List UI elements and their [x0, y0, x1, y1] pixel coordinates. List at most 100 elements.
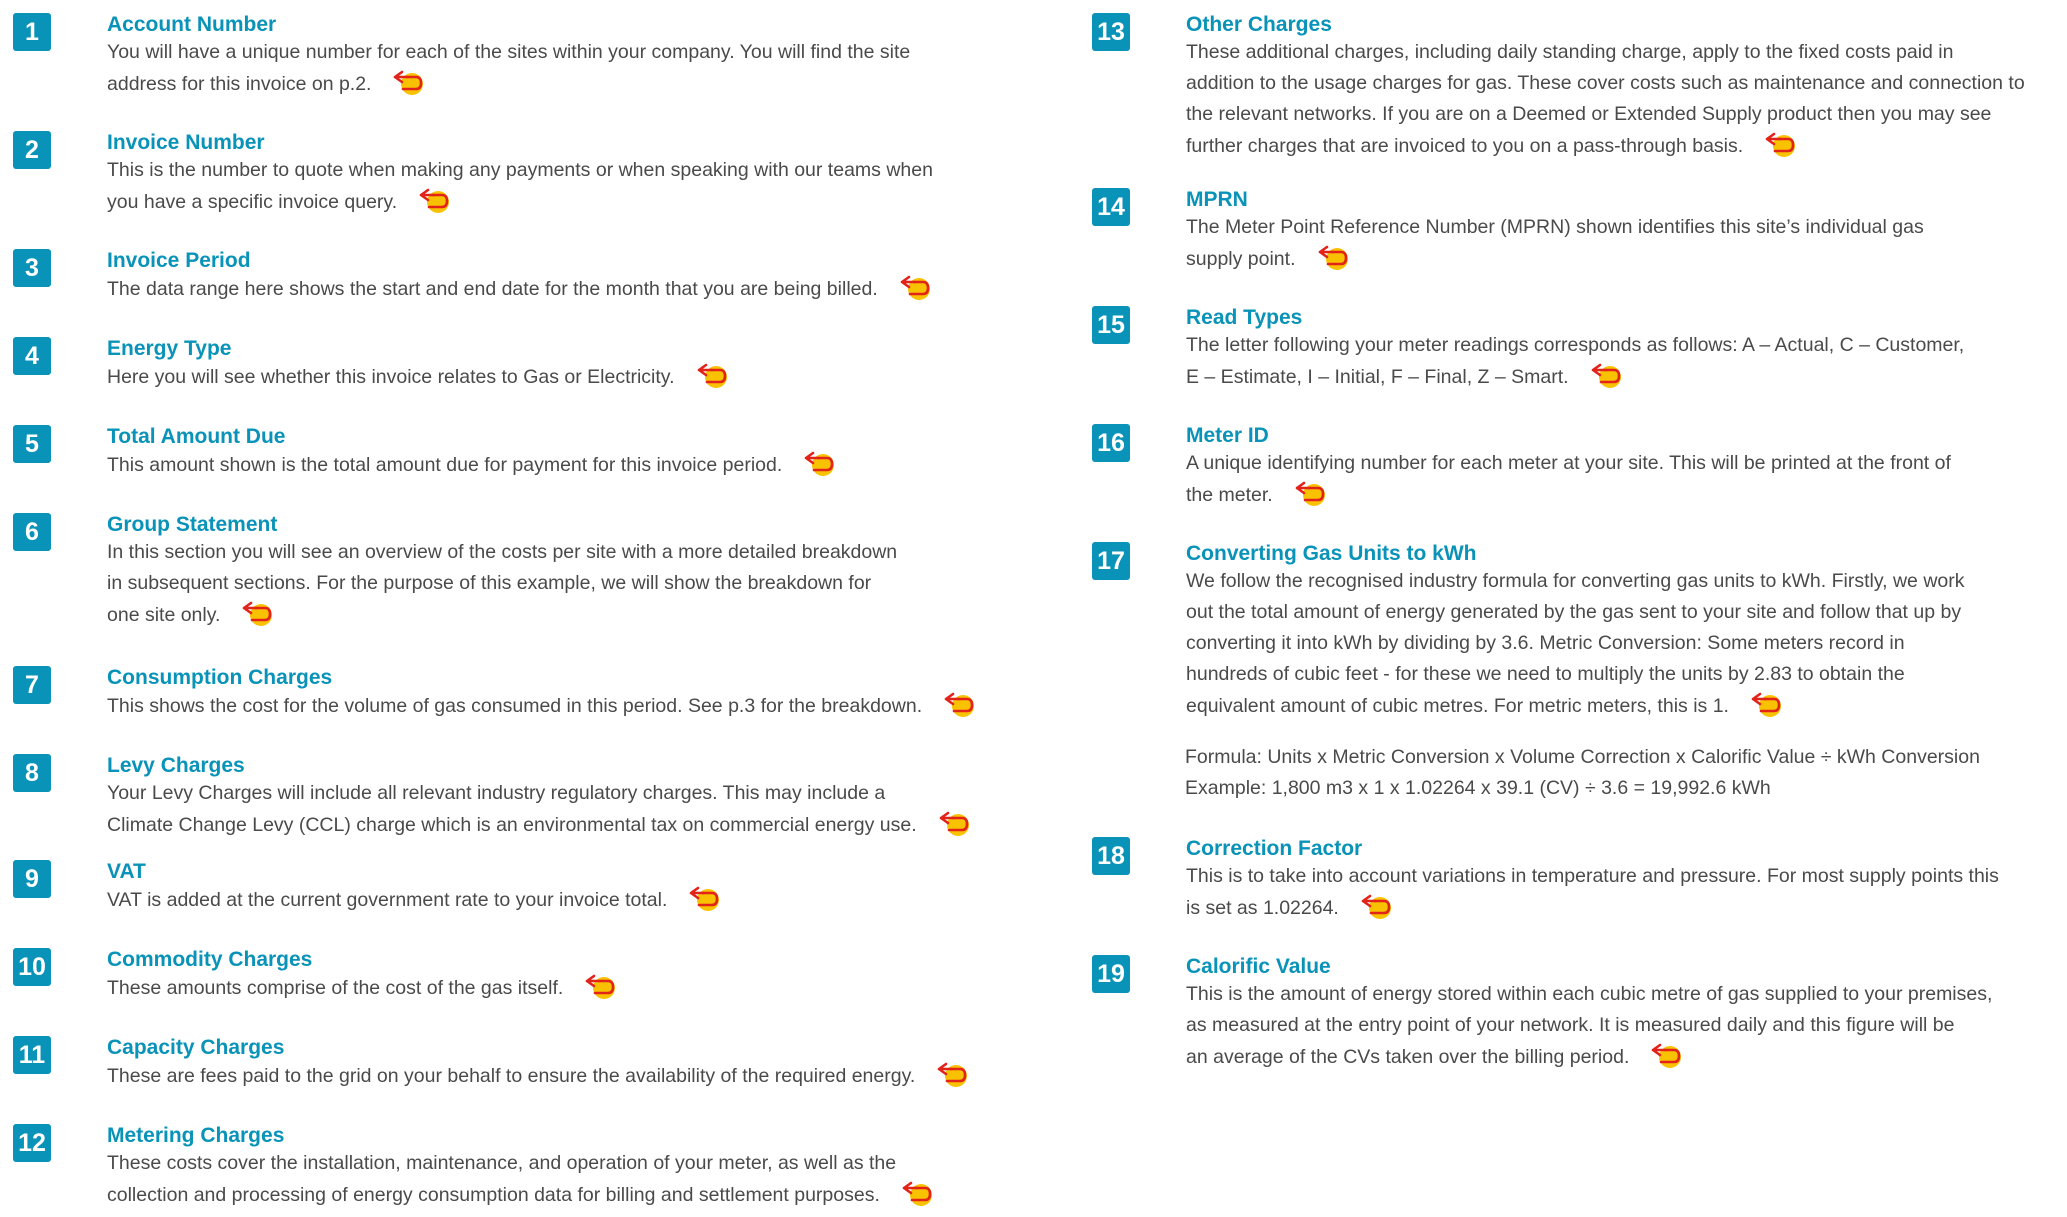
- description-line: Climate Change Levy (CCL) charge which i…: [107, 809, 973, 847]
- back-arrow-icon[interactable]: [234, 599, 276, 637]
- description-line: These are fees paid to the grid on your …: [107, 1060, 971, 1098]
- item-title: VAT: [107, 860, 146, 883]
- item-content: Capacity Charges These are fees paid to t…: [107, 1036, 971, 1098]
- item-content: Consumption Charges This shows the cost f…: [107, 666, 978, 728]
- item-title: Correction Factor: [1186, 837, 1363, 860]
- description-text: in subsequent sections. For the purpose …: [107, 572, 872, 594]
- description-line: one site only.: [107, 599, 897, 637]
- description-text: These additional charges, including dail…: [1186, 41, 1954, 63]
- back-arrow-icon[interactable]: [931, 809, 973, 847]
- number-badge: 18: [1092, 837, 1130, 875]
- description-line: E – Estimate, I – Initial, F – Final, Z …: [1186, 361, 1964, 399]
- description-text: These costs cover the installation, main…: [107, 1152, 897, 1174]
- description-line: VAT is added at the current government r…: [107, 884, 723, 922]
- back-arrow-icon[interactable]: [892, 273, 934, 311]
- back-arrow-icon[interactable]: [1743, 690, 1785, 728]
- description-line: an average of the CVs taken over the bil…: [1186, 1041, 1992, 1079]
- back-arrow-icon[interactable]: [689, 361, 731, 399]
- item-description: These additional charges, including dail…: [1186, 37, 2025, 168]
- description-text: You will have a unique number for each o…: [107, 41, 911, 63]
- back-arrow-icon[interactable]: [1353, 892, 1395, 930]
- description-text: This is to take into account variations …: [1186, 865, 1999, 887]
- item-title: Group Statement: [107, 513, 278, 536]
- item-content: Meter ID A unique identifying number for …: [1186, 424, 1951, 517]
- description-line: in subsequent sections. For the purpose …: [107, 568, 897, 599]
- formula-block: Formula: Units x Metric Conversion x Vol…: [1185, 742, 1980, 804]
- number-badge: 3: [13, 249, 51, 287]
- description-text: as measured at the entry point of your n…: [1186, 1014, 1955, 1036]
- back-arrow-icon[interactable]: [796, 449, 838, 487]
- item-content: Total Amount Due This amount shown is the…: [107, 425, 838, 487]
- number-badge: 1: [13, 13, 51, 51]
- description-line: supply point.: [1186, 243, 1924, 281]
- description-line: equivalent amount of cubic metres. For m…: [1186, 690, 1965, 728]
- item-content: Group Statement In this section you will …: [107, 513, 897, 637]
- item-title: Commodity Charges: [107, 948, 313, 971]
- item-title: Invoice Period: [107, 249, 251, 272]
- item-description: This amount shown is the total amount du…: [107, 449, 838, 487]
- number-badge: 8: [13, 754, 51, 792]
- description-text: equivalent amount of cubic metres. For m…: [1186, 695, 1729, 717]
- description-line: These amounts comprise of the cost of th…: [107, 972, 619, 1010]
- item-title: Consumption Charges: [107, 666, 333, 689]
- number-badge: 4: [13, 337, 51, 375]
- description-text: The Meter Point Reference Number (MPRN) …: [1186, 216, 1924, 238]
- item-description: The letter following your meter readings…: [1186, 330, 1964, 399]
- item-title: MPRN: [1186, 188, 1248, 211]
- number-badge: 17: [1092, 542, 1130, 580]
- item-title: Invoice Number: [107, 131, 265, 154]
- item-content: Other Charges These additional charges, i…: [1186, 13, 2025, 168]
- item-content: Read Types The letter following your mete…: [1186, 306, 1964, 399]
- back-arrow-icon[interactable]: [1287, 479, 1329, 517]
- number-badge: 19: [1092, 955, 1130, 993]
- description-line: is set as 1.02264.: [1186, 892, 1999, 930]
- item-description: This is to take into account variations …: [1186, 861, 1999, 930]
- description-text: These amounts comprise of the cost of th…: [107, 977, 564, 999]
- back-arrow-icon[interactable]: [929, 1060, 971, 1098]
- back-arrow-icon[interactable]: [1310, 243, 1352, 281]
- back-arrow-icon[interactable]: [894, 1179, 936, 1217]
- item-title: Read Types: [1186, 306, 1303, 329]
- back-arrow-icon[interactable]: [577, 972, 619, 1010]
- description-line: further charges that are invoiced to you…: [1186, 130, 2025, 168]
- back-arrow-icon[interactable]: [411, 186, 453, 224]
- item-description: Here you will see whether this invoice r…: [107, 361, 731, 399]
- item-title: Calorific Value: [1186, 955, 1331, 978]
- item-title: Converting Gas Units to kWh: [1186, 542, 1477, 565]
- item-description: We follow the recognised industry formul…: [1186, 566, 1965, 728]
- item-title: Levy Charges: [107, 754, 245, 777]
- description-line: converting it into kWh by dividing by 3.…: [1186, 628, 1965, 659]
- description-text: Your Levy Charges will include all relev…: [107, 782, 886, 804]
- description-text: This shows the cost for the volume of ga…: [107, 695, 923, 717]
- number-badge: 15: [1092, 306, 1130, 344]
- description-line: Your Levy Charges will include all relev…: [107, 778, 973, 809]
- item-title: Meter ID: [1186, 424, 1269, 447]
- description-text: In this section you will see an overview…: [107, 541, 898, 563]
- back-arrow-icon[interactable]: [385, 68, 427, 106]
- number-badge: 13: [1092, 13, 1130, 51]
- item-content: Correction Factor This is to take into ac…: [1186, 837, 1999, 930]
- item-description: These amounts comprise of the cost of th…: [107, 972, 619, 1010]
- description-text: an average of the CVs taken over the bil…: [1186, 1046, 1630, 1068]
- back-arrow-icon[interactable]: [681, 884, 723, 922]
- description-text: converting it into kWh by dividing by 3.…: [1186, 632, 1905, 654]
- number-badge: 14: [1092, 188, 1130, 226]
- item-content: Converting Gas Units to kWh We follow the…: [1186, 542, 1965, 728]
- back-arrow-icon[interactable]: [936, 690, 978, 728]
- description-line: This is the amount of energy stored with…: [1186, 979, 1992, 1010]
- back-arrow-icon[interactable]: [1643, 1041, 1685, 1079]
- item-content: Calorific Value This is the amount of ene…: [1186, 955, 1992, 1079]
- description-text: This is the amount of energy stored with…: [1186, 983, 1993, 1005]
- description-line: The data range here shows the start and …: [107, 273, 934, 311]
- description-text: This is the number to quote when making …: [107, 159, 933, 181]
- item-title: Metering Charges: [107, 1124, 285, 1147]
- item-description: In this section you will see an overview…: [107, 537, 897, 637]
- back-arrow-icon[interactable]: [1757, 130, 1799, 168]
- description-line: You will have a unique number for each o…: [107, 37, 910, 68]
- description-text: E – Estimate, I – Initial, F – Final, Z …: [1186, 366, 1569, 388]
- item-content: Levy Charges Your Levy Charges will inclu…: [107, 754, 973, 847]
- back-arrow-icon[interactable]: [1583, 361, 1625, 399]
- description-line: you have a specific invoice query.: [107, 186, 933, 224]
- number-badge: 6: [13, 513, 51, 551]
- description-text: We follow the recognised industry formul…: [1186, 570, 1965, 592]
